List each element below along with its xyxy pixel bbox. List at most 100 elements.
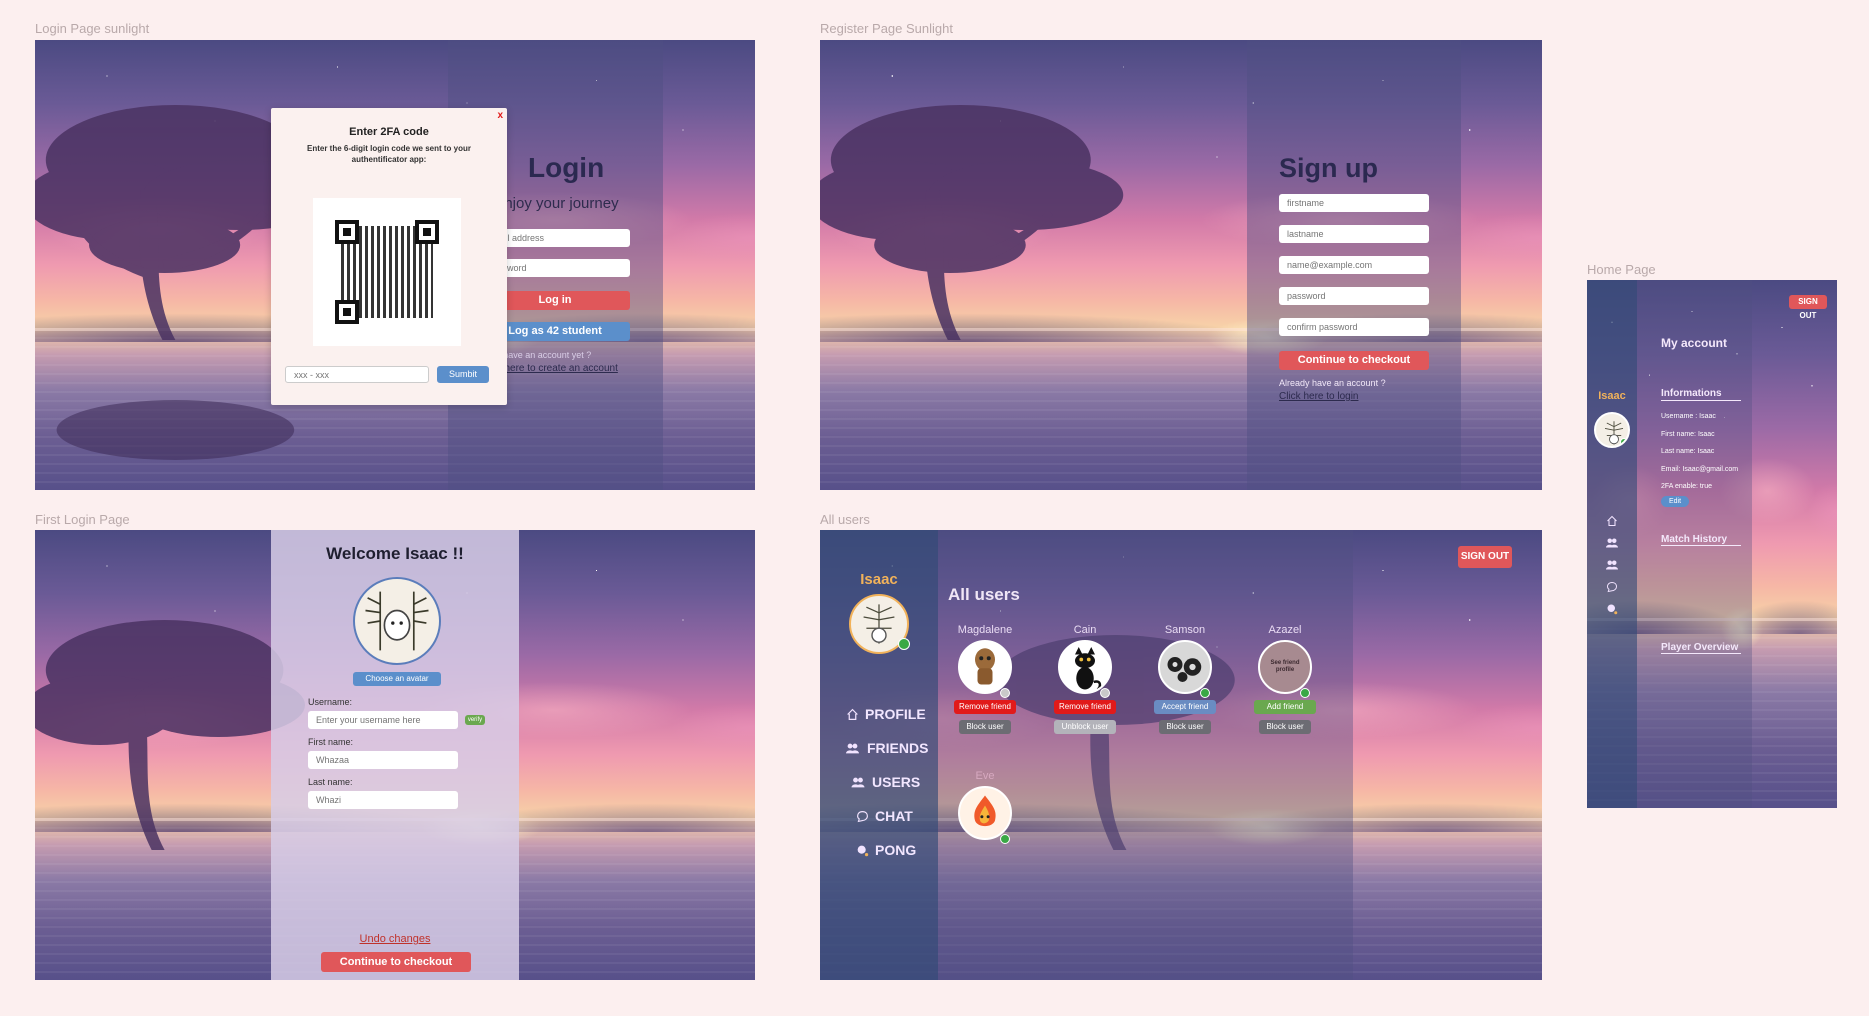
info-line: 2FA enable: true — [1661, 483, 1712, 490]
firstname-label: First name: — [308, 737, 354, 747]
remove-friend-button[interactable]: Remove friend — [1054, 700, 1116, 714]
username-field[interactable] — [308, 711, 458, 729]
info-line: First name: Isaac — [1661, 430, 1715, 438]
informations-title: Informations — [1661, 388, 1741, 401]
choose-avatar-button[interactable]: Choose an avatar — [353, 672, 441, 686]
remove-friend-button[interactable]: Remove friend — [954, 700, 1016, 714]
tree-silhouette — [820, 105, 1124, 340]
user-card: Eve — [950, 770, 1020, 844]
user-name: Cain — [1073, 624, 1097, 636]
twofa-code-input[interactable] — [285, 366, 429, 383]
add-friend-button[interactable]: Add friend — [1254, 700, 1316, 714]
continue-button[interactable]: Continue to checkout — [321, 952, 471, 972]
my-account-title: My account — [1661, 336, 1728, 350]
sign-out-button[interactable]: SIGN OUT — [1789, 295, 1827, 320]
all-users-frame: SIGN OUT Isaac PROFILE FRIENDS USERS CHA… — [820, 530, 1542, 980]
nav-item-friends[interactable]: FRIENDS — [844, 740, 928, 756]
user-name: Azazel — [1268, 624, 1302, 636]
pong-icon[interactable] — [1606, 603, 1618, 615]
user-card: Cain Remove friend Unblock user — [1050, 624, 1120, 734]
email-field[interactable] — [1279, 256, 1429, 274]
twofa-modal: x Enter 2FA code Enter the 6-digit login… — [271, 108, 507, 405]
confirm-password-field[interactable] — [1279, 318, 1429, 336]
password-field[interactable] — [1279, 287, 1429, 305]
home-icon — [847, 708, 858, 720]
see-friend-profile-label: See friend profile — [1270, 660, 1300, 673]
user-card: Azazel See friend profile Add friend Blo… — [1250, 624, 1320, 734]
user-avatar[interactable] — [1058, 640, 1112, 694]
nav-item-pong[interactable]: PONG — [844, 842, 928, 858]
block-user-button[interactable]: Block user — [959, 720, 1011, 734]
username-label: Username: — [308, 697, 353, 707]
nav-label: USERS — [872, 774, 921, 790]
twofa-description: Enter the 6-digit login code we sent to … — [306, 144, 471, 164]
user-avatar[interactable] — [1158, 640, 1212, 694]
user-card: Samson Accept friend Block user — [1150, 624, 1220, 734]
frame-label-login: Login Page sunlight — [35, 21, 150, 36]
home-icon[interactable] — [1606, 515, 1618, 527]
twofa-title: Enter 2FA code — [349, 126, 429, 138]
edit-button[interactable]: Edit — [1661, 496, 1689, 507]
unblock-user-button[interactable]: Unblock user — [1054, 720, 1116, 734]
nav-label: FRIENDS — [867, 740, 929, 756]
online-status-dot — [1000, 834, 1010, 844]
firstname-field[interactable] — [1279, 194, 1429, 212]
info-line: Username : Isaac — [1661, 413, 1716, 420]
accept-friend-button[interactable]: Accept friend — [1154, 700, 1216, 714]
register-frame: Sign up Continue to checkout Already hav… — [820, 40, 1542, 490]
frame-label-home: Home Page — [1587, 262, 1656, 277]
welcome-title: Welcome Isaac !! — [326, 544, 464, 563]
signup-title: Sign up — [1279, 153, 1378, 183]
user-avatar[interactable] — [958, 786, 1012, 840]
user-card: Magdalene Remove friend Block user — [950, 624, 1020, 734]
qr-code — [313, 198, 461, 346]
user-name: Samson — [1164, 624, 1206, 636]
login-subtitle: enjoy your journey — [496, 195, 619, 212]
verify-button[interactable]: verify — [465, 715, 485, 725]
sign-out-button[interactable]: SIGN OUT — [1458, 546, 1512, 568]
pong-icon — [857, 845, 869, 856]
match-history-title: Match History — [1661, 534, 1741, 546]
users-title: All users — [948, 585, 1020, 604]
chat-icon[interactable] — [1606, 581, 1618, 593]
continue-button[interactable]: Continue to checkout — [1279, 351, 1429, 370]
sidebar-username: Isaac — [860, 571, 898, 588]
lastname-field[interactable] — [308, 791, 458, 809]
have-account-text: Already have an account ? — [1279, 378, 1386, 388]
avatar — [1594, 412, 1630, 448]
twofa-submit-button[interactable]: Sumbit — [437, 366, 489, 383]
online-status-dot — [1300, 688, 1310, 698]
nav-label: PROFILE — [865, 706, 926, 722]
sidebar-icons — [1587, 515, 1637, 615]
first-login-frame: Welcome Isaac !! Choose an avatar Userna… — [35, 530, 755, 980]
user-name: Magdalene — [957, 624, 1013, 636]
users-icon[interactable] — [1605, 559, 1619, 571]
nav-item-users[interactable]: USERS — [844, 774, 928, 790]
nav-item-profile[interactable]: PROFILE — [844, 706, 928, 722]
login-frame: Login enjoy your journey Log in Log as 4… — [35, 40, 755, 490]
avatar — [353, 577, 441, 665]
frame-label-all-users: All users — [820, 512, 870, 527]
user-avatar[interactable]: See friend profile — [1258, 640, 1312, 694]
nav-item-chat[interactable]: CHAT — [844, 808, 928, 824]
block-user-button[interactable]: Block user — [1159, 720, 1211, 734]
firstname-field[interactable] — [308, 751, 458, 769]
users-icon — [851, 777, 865, 787]
chat-icon — [857, 810, 868, 822]
info-line: Last name: Isaac — [1661, 448, 1715, 455]
close-icon[interactable]: x — [497, 110, 503, 121]
info-list: Username : Isaac First name: Isaac Last … — [1661, 408, 1738, 496]
online-status-dot — [898, 638, 910, 650]
nav-label: CHAT — [875, 808, 913, 824]
undo-changes-link[interactable]: Undo changes — [271, 933, 519, 945]
sidebar-username: Isaac — [1598, 390, 1626, 402]
lastname-field[interactable] — [1279, 225, 1429, 243]
login-link[interactable]: Click here to login — [1279, 391, 1358, 402]
block-user-button[interactable]: Block user — [1259, 720, 1311, 734]
offline-status-dot — [1100, 688, 1110, 698]
friends-icon[interactable] — [1605, 537, 1619, 549]
nav-menu: PROFILE FRIENDS USERS CHAT PONG — [844, 706, 928, 858]
login-title: Login — [528, 152, 605, 183]
user-avatar[interactable] — [958, 640, 1012, 694]
friends-icon — [846, 743, 859, 753]
